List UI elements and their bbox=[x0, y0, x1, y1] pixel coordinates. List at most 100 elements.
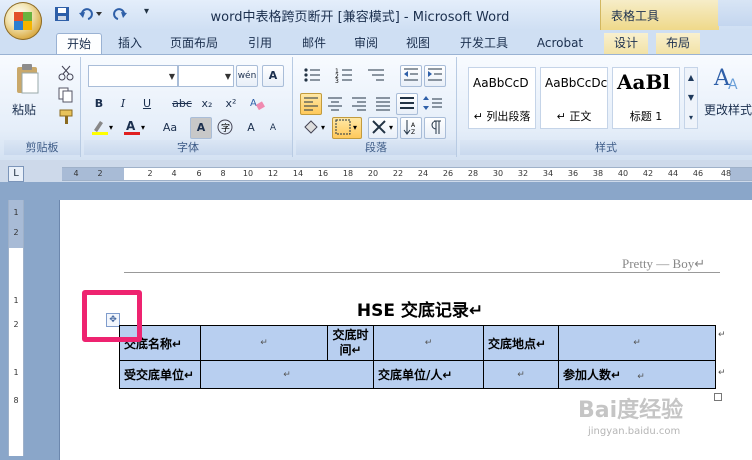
office-button[interactable] bbox=[4, 2, 42, 40]
style-heading-1[interactable]: AaBl 标题 1 bbox=[612, 67, 680, 129]
svg-text:Z: Z bbox=[411, 129, 415, 136]
styles-group-label: 样式 bbox=[460, 140, 752, 155]
increase-indent-icon[interactable] bbox=[424, 65, 446, 87]
styles-scroll[interactable]: ▲ ▼ ▾ bbox=[684, 67, 698, 129]
undo-icon[interactable] bbox=[78, 6, 104, 24]
sort-icon[interactable]: AZ bbox=[400, 117, 422, 139]
horizontal-ruler[interactable]: 4 2 2 4 6 8 10 12 14 16 18 20 22 24 26 2… bbox=[62, 167, 752, 181]
justify-icon[interactable] bbox=[372, 93, 394, 115]
shading-icon[interactable]: ▾ bbox=[300, 117, 330, 139]
table-cell[interactable]: 参加人数↵ ↵ bbox=[558, 360, 716, 389]
distribute-icon[interactable] bbox=[396, 93, 418, 115]
svg-text:字: 字 bbox=[221, 122, 230, 134]
align-left-icon[interactable] bbox=[300, 93, 322, 115]
char-border-button[interactable]: A bbox=[262, 65, 284, 87]
font-group: ▼ ▼ wén A B I U abc x₂ x² A ▾ A ▾ Aa A 字 … bbox=[84, 57, 293, 157]
italic-button[interactable]: I bbox=[112, 93, 134, 115]
superscript-button[interactable]: x² bbox=[220, 93, 242, 115]
clipboard-group-label: 剪贴板 bbox=[4, 140, 80, 155]
borders-icon[interactable]: ▾ bbox=[332, 117, 362, 139]
grow-font-button[interactable]: A bbox=[240, 117, 262, 139]
tab-view[interactable]: 视图 bbox=[396, 33, 440, 54]
watermark: Bai度经验 bbox=[578, 398, 684, 423]
align-center-icon[interactable] bbox=[324, 93, 346, 115]
format-painter-icon[interactable] bbox=[58, 109, 74, 128]
table-cell[interactable]: 受交底单位↵ bbox=[119, 360, 201, 389]
change-case-button[interactable]: Aa bbox=[154, 117, 186, 139]
show-marks-icon[interactable] bbox=[424, 117, 446, 139]
paste-button[interactable]: 粘贴 bbox=[12, 101, 36, 118]
font-size-combo[interactable]: ▼ bbox=[178, 65, 234, 87]
ruler-tick: 46 bbox=[692, 169, 704, 178]
hse-table[interactable]: 交底名称↵ ↵ 交底时间↵ ↵ 交底地点↵ ↵ 受交底单位↵ ↵ 交底单位/人↵… bbox=[119, 325, 716, 389]
save-icon[interactable] bbox=[54, 6, 70, 24]
tab-review[interactable]: 审阅 bbox=[344, 33, 388, 54]
change-styles-button[interactable]: 更改样式 bbox=[704, 101, 752, 118]
tab-acrobat[interactable]: Acrobat bbox=[530, 33, 590, 54]
multilevel-list-icon[interactable] bbox=[364, 65, 394, 87]
tab-developer[interactable]: 开发工具 bbox=[452, 33, 516, 54]
style-sample: AaBl bbox=[617, 70, 670, 94]
ruler-tick: 6 bbox=[196, 169, 202, 178]
tab-layout[interactable]: 布局 bbox=[656, 33, 700, 54]
tab-stop-selector[interactable]: L bbox=[8, 166, 24, 182]
line-spacing-icon[interactable] bbox=[420, 93, 450, 115]
vruler-tick: 8 bbox=[13, 396, 19, 405]
style-normal[interactable]: AaBbCcDc ↵ 正文 bbox=[540, 67, 608, 129]
strikethrough-button[interactable]: abc bbox=[168, 93, 196, 115]
vruler-tick: 1 bbox=[13, 368, 19, 377]
tab-insert[interactable]: 插入 bbox=[108, 33, 152, 54]
table-cell[interactable]: ↵ bbox=[373, 325, 484, 361]
table-resize-handle[interactable] bbox=[714, 393, 722, 401]
copy-icon[interactable] bbox=[58, 87, 74, 106]
office-logo-icon bbox=[14, 12, 32, 30]
ruler-tick: 42 bbox=[642, 169, 654, 178]
customize-qat-icon[interactable]: ▾ bbox=[144, 6, 149, 24]
bold-button[interactable]: B bbox=[88, 93, 110, 115]
header-line bbox=[124, 272, 712, 273]
cut-icon[interactable] bbox=[58, 65, 74, 84]
table-cell[interactable]: 交底单位/人↵ bbox=[373, 360, 484, 389]
tab-mailings[interactable]: 邮件 bbox=[292, 33, 336, 54]
align-right-icon[interactable] bbox=[348, 93, 370, 115]
paragraph-group: 123 ▾ ▾ ▾ A Z 段落 bbox=[296, 57, 457, 157]
numbering-icon[interactable]: 123 bbox=[332, 65, 362, 87]
tab-references[interactable]: 引用 bbox=[238, 33, 282, 54]
enclose-char-icon[interactable]: 字 bbox=[214, 117, 236, 139]
style-list-paragraph[interactable]: AaBbCcD ↵ 列出段落 bbox=[468, 67, 536, 129]
redo-icon[interactable] bbox=[108, 6, 134, 24]
decrease-indent-icon[interactable] bbox=[400, 65, 422, 87]
svg-text:▾: ▾ bbox=[389, 123, 393, 132]
ruler-tick: 26 bbox=[442, 169, 454, 178]
ruler-tick: 44 bbox=[667, 169, 679, 178]
table-cell[interactable]: 交底地点↵ bbox=[483, 325, 559, 361]
svg-text:A: A bbox=[728, 77, 738, 93]
tab-home[interactable]: 开始 bbox=[56, 33, 102, 55]
window-controls[interactable] bbox=[718, 0, 752, 26]
char-shading-button[interactable]: A bbox=[190, 117, 212, 139]
table-cell[interactable]: ↵ bbox=[200, 360, 374, 389]
ruler-tick: 38 bbox=[592, 169, 604, 178]
subscript-button[interactable]: x₂ bbox=[196, 93, 218, 115]
tab-design[interactable]: 设计 bbox=[604, 33, 648, 54]
clear-format-icon[interactable]: A bbox=[246, 93, 268, 115]
bullets-icon[interactable] bbox=[300, 65, 330, 87]
phonetic-guide-button[interactable]: wén bbox=[236, 65, 258, 87]
shrink-font-button[interactable]: A bbox=[262, 117, 284, 139]
paste-icon[interactable] bbox=[14, 63, 40, 98]
table-tools-header: 表格工具 bbox=[600, 0, 719, 30]
table-cell[interactable]: ↵ bbox=[558, 325, 716, 361]
table-cell[interactable]: ↵ bbox=[483, 360, 559, 389]
font-color-icon[interactable]: A ▾ bbox=[120, 117, 150, 139]
highlight-color-icon[interactable]: ▾ bbox=[88, 117, 118, 139]
underline-button[interactable]: U bbox=[136, 93, 158, 115]
chinese-layout-icon[interactable]: ▾ bbox=[368, 117, 398, 139]
font-name-combo[interactable]: ▼ bbox=[88, 65, 178, 87]
styles-group: AaBbCcD ↵ 列出段落 AaBbCcDc ↵ 正文 AaBl 标题 1 ▲… bbox=[460, 57, 752, 157]
change-styles-icon[interactable]: AA bbox=[712, 63, 744, 96]
tab-page-layout[interactable]: 页面布局 bbox=[164, 33, 224, 54]
table-cell[interactable]: ↵ bbox=[200, 325, 328, 361]
annotation-highlight-box bbox=[82, 290, 142, 342]
table-cell[interactable]: 交底时间↵ bbox=[327, 325, 374, 361]
vertical-ruler[interactable]: 1 2 1 2 1 8 bbox=[8, 200, 24, 456]
